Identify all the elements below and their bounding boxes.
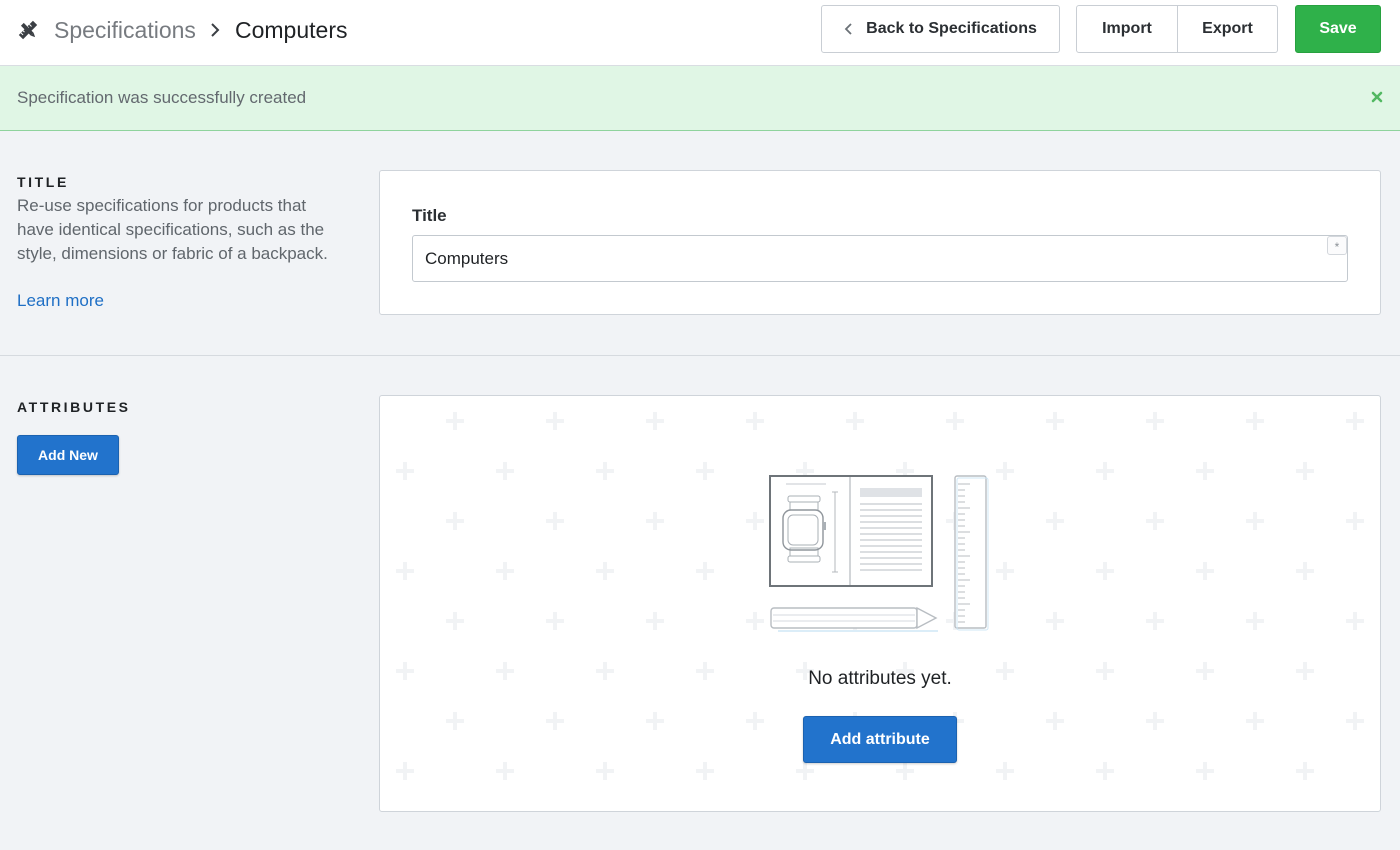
title-input[interactable] <box>412 235 1348 282</box>
plus-pattern-mark <box>396 462 414 480</box>
required-marker: * <box>1327 236 1347 255</box>
plus-pattern-mark <box>1246 412 1264 430</box>
alert-message: Specification was successfully created <box>17 88 307 107</box>
plus-pattern-mark <box>1246 512 1264 530</box>
plus-pattern-mark <box>546 712 564 730</box>
plus-pattern-mark <box>646 412 664 430</box>
plus-pattern-mark <box>596 462 614 480</box>
close-icon[interactable] <box>1370 90 1384 104</box>
back-to-specifications-button[interactable]: Back to Specifications <box>821 5 1060 53</box>
plus-pattern-mark <box>1046 712 1064 730</box>
plus-pattern-mark <box>546 412 564 430</box>
title-field-label: Title <box>412 206 447 225</box>
breadcrumb-parent-link[interactable]: Specifications <box>54 15 196 45</box>
plus-pattern-mark <box>596 562 614 580</box>
plus-pattern-mark <box>496 762 514 780</box>
plus-pattern-mark <box>446 612 464 630</box>
add-attribute-button[interactable]: Add attribute <box>803 716 957 763</box>
chevron-right-icon <box>211 23 220 37</box>
plus-pattern-mark <box>496 562 514 580</box>
plus-pattern-mark <box>446 712 464 730</box>
plus-pattern-mark <box>996 462 1014 480</box>
attributes-section-heading: ATTRIBUTES <box>17 399 131 415</box>
plus-pattern-mark <box>1346 512 1364 530</box>
back-button-label: Back to Specifications <box>866 20 1037 37</box>
plus-pattern-mark <box>746 612 764 630</box>
plus-pattern-mark <box>696 562 714 580</box>
plus-pattern-mark <box>696 762 714 780</box>
section-divider <box>0 355 1400 356</box>
add-new-button[interactable]: Add New <box>17 435 119 475</box>
plus-pattern-mark <box>1196 562 1214 580</box>
plus-pattern-mark <box>1146 412 1164 430</box>
plus-pattern-mark <box>796 762 814 780</box>
plus-pattern-mark <box>1296 762 1314 780</box>
plus-pattern-mark <box>946 412 964 430</box>
plus-pattern-mark <box>996 762 1014 780</box>
export-button-label: Export <box>1202 20 1253 37</box>
plus-pattern-mark <box>1196 462 1214 480</box>
title-section-heading: TITLE <box>17 174 69 190</box>
plus-pattern-mark <box>896 762 914 780</box>
spec-sheet-illustration <box>769 475 989 632</box>
empty-state-message: No attributes yet. <box>808 668 952 689</box>
plus-pattern-mark <box>646 712 664 730</box>
import-button[interactable]: Import <box>1076 5 1178 53</box>
page-title: Computers <box>235 17 348 43</box>
plus-pattern-mark <box>996 562 1014 580</box>
plus-pattern-mark <box>846 412 864 430</box>
plus-pattern-mark <box>446 412 464 430</box>
plus-pattern-mark <box>1296 462 1314 480</box>
plus-pattern-mark <box>546 512 564 530</box>
plus-pattern-mark <box>1096 562 1114 580</box>
add-new-button-label: Add New <box>38 447 98 463</box>
plus-pattern-mark <box>396 762 414 780</box>
plus-pattern-mark <box>646 612 664 630</box>
plus-pattern-mark <box>596 762 614 780</box>
plus-pattern-mark <box>546 612 564 630</box>
plus-pattern-mark <box>1346 612 1364 630</box>
plus-pattern-mark <box>746 712 764 730</box>
plus-pattern-mark <box>1046 412 1064 430</box>
success-alert: Specification was successfully created <box>0 66 1400 131</box>
plus-pattern-mark <box>696 462 714 480</box>
learn-more-link[interactable]: Learn more <box>17 289 104 313</box>
add-attribute-button-label: Add attribute <box>830 730 930 748</box>
plus-pattern-mark <box>1046 612 1064 630</box>
plus-pattern-mark <box>1246 712 1264 730</box>
plus-pattern-mark <box>1096 462 1114 480</box>
import-button-label: Import <box>1102 20 1152 37</box>
plus-pattern-mark <box>746 512 764 530</box>
plus-pattern-mark <box>1346 712 1364 730</box>
save-button[interactable]: Save <box>1295 5 1381 53</box>
plus-pattern-mark <box>446 512 464 530</box>
plus-pattern-mark <box>1196 762 1214 780</box>
plus-pattern-mark <box>496 462 514 480</box>
save-button-label: Save <box>1319 20 1357 37</box>
chevron-left-icon <box>844 23 852 35</box>
plus-pattern-mark <box>1146 612 1164 630</box>
plus-pattern-mark <box>646 512 664 530</box>
plus-pattern-mark <box>1296 562 1314 580</box>
export-button[interactable]: Export <box>1177 5 1278 53</box>
plus-pattern-mark <box>396 562 414 580</box>
plus-pattern-mark <box>1096 762 1114 780</box>
plus-pattern-mark <box>1146 712 1164 730</box>
plus-pattern-mark <box>1046 512 1064 530</box>
pencil-ruler-icon <box>18 20 38 40</box>
plus-pattern-mark <box>1146 512 1164 530</box>
title-section-description: Re-use specifications for products that … <box>17 196 328 263</box>
top-bar: Specifications Computers Back to Specifi… <box>0 0 1400 66</box>
plus-pattern-mark <box>1346 412 1364 430</box>
plus-pattern-mark <box>746 412 764 430</box>
attributes-empty-card: No attributes yet. Add attribute <box>379 395 1381 812</box>
plus-pattern-mark <box>1246 612 1264 630</box>
